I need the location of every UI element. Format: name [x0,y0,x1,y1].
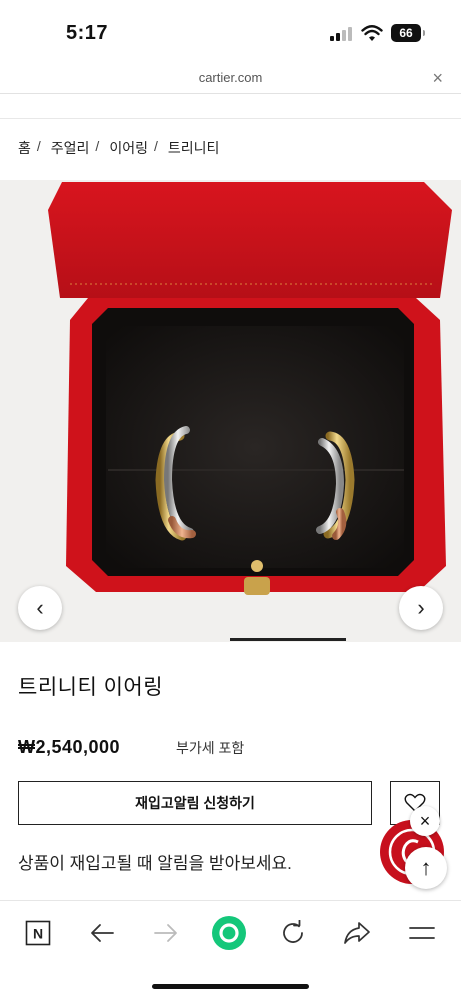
naver-letter: N [33,926,43,942]
gallery-progress-indicator [230,638,346,641]
menu-icon [409,927,435,939]
naver-icon: N [25,920,51,946]
product-title: 트리니티 이어링 [18,676,164,699]
close-icon: × [419,810,431,831]
scroll-to-top-button[interactable]: ↑ [405,847,447,889]
home-indicator [152,984,309,989]
arrow-up-icon: ↑ [420,855,432,880]
status-bar: 5:17 66 [0,0,461,62]
menu-button[interactable] [404,915,440,951]
restock-notify-button[interactable]: 재입고알림 신청하기 [18,781,372,825]
breadcrumb: 홈 / 주얼리 / 이어링 / 트리니티 [18,138,219,158]
share-icon [344,922,370,944]
breadcrumb-separator: / [153,138,158,154]
product-price: ₩2,540,000 [18,737,121,757]
back-arrow-icon [91,924,114,942]
earrings-in-box-image [48,182,452,595]
chevron-right-icon: › [417,595,425,620]
breadcrumb-trinity[interactable]: 트리니티 [168,138,220,158]
forward-arrow-icon [154,924,177,942]
refresh-button[interactable] [275,915,311,951]
vat-note: 부가세 포함 [176,740,245,756]
breadcrumb-jewelry[interactable]: 주얼리 [51,138,90,158]
breadcrumb-home[interactable]: 홈 [18,138,31,158]
header-divider [0,118,461,119]
restock-description: 상품이 재입고될 때 알림을 받아보세요. [18,854,292,873]
refresh-icon [283,920,303,943]
home-button[interactable] [211,915,247,951]
product-image[interactable] [0,180,461,642]
status-time: 5:17 [66,22,109,44]
wifi-icon [361,25,383,41]
url-text[interactable]: cartier.com [0,70,461,85]
battery-icon: 66 [391,24,425,42]
breadcrumb-separator: / [36,138,41,154]
forward-button[interactable] [148,915,184,951]
gallery-prev-button[interactable]: ‹ [18,586,62,630]
browser-url-bar[interactable]: cartier.com × [0,62,461,94]
gallery-next-button[interactable]: › [399,586,443,630]
close-chat-button[interactable]: × [410,806,440,836]
breadcrumb-earrings[interactable]: 이어링 [109,138,148,158]
back-button[interactable] [84,915,120,951]
close-icon[interactable]: × [432,68,443,89]
battery-level: 66 [399,26,413,40]
breadcrumb-separator: / [95,138,100,154]
naver-button[interactable]: N [20,915,56,951]
cellular-signal-icon [330,27,354,41]
share-button[interactable] [339,915,375,951]
home-dot-icon [212,916,246,950]
chevron-left-icon: ‹ [36,595,44,620]
